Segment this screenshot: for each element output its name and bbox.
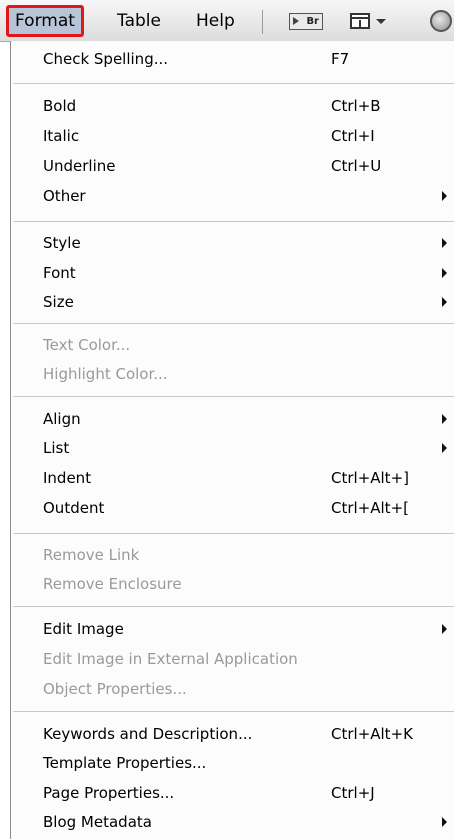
menu-item-object-properties[interactable]: Object Properties... — [11, 674, 454, 704]
menu-separator — [13, 533, 454, 534]
menu-item-template-properties[interactable]: Template Properties... — [11, 748, 454, 778]
layout-icon[interactable] — [350, 13, 370, 29]
menu-item-shortcut: Ctrl+B — [331, 97, 381, 115]
menu-item-list[interactable]: List — [11, 433, 454, 463]
menu-item-underline[interactable]: Underline Ctrl+U — [11, 151, 454, 181]
menu-item-label: Blog Metadata — [43, 813, 152, 831]
menu-item-italic[interactable]: Italic Ctrl+I — [11, 121, 454, 151]
menu-item-highlight-color[interactable]: Highlight Color... — [11, 359, 454, 389]
menu-item-label: Size — [43, 293, 74, 311]
menu-item-label: Underline — [43, 157, 116, 175]
menu-item-label: Page Properties... — [43, 784, 175, 802]
menu-item-label: Italic — [43, 127, 80, 145]
menu-separator — [13, 83, 454, 84]
menu-item-style[interactable]: Style — [11, 228, 454, 258]
menu-item-label: List — [43, 439, 70, 457]
menu-item-label: Bold — [43, 97, 77, 115]
menu-item-align[interactable]: Align — [11, 404, 454, 434]
menu-item-keywords[interactable]: Keywords and Description... Ctrl+Alt+K — [11, 719, 454, 749]
menu-item-indent[interactable]: Indent Ctrl+Alt+] — [11, 463, 454, 493]
menu-item-bold[interactable]: Bold Ctrl+B — [11, 91, 454, 121]
menu-item-label: Keywords and Description... — [43, 725, 253, 743]
menu-item-shortcut: Ctrl+Alt+[ — [331, 499, 409, 517]
menu-item-label: Remove Link — [43, 546, 140, 564]
menu-item-shortcut: Ctrl+U — [331, 157, 382, 175]
table-menu[interactable]: Table — [113, 8, 165, 34]
submenu-arrow-icon — [442, 191, 447, 201]
menu-item-edit-image-external[interactable]: Edit Image in External Application — [11, 644, 454, 674]
menubar-separator — [262, 10, 263, 34]
submenu-arrow-icon — [442, 297, 447, 307]
menu-separator — [13, 323, 454, 324]
menu-item-label: Outdent — [43, 499, 105, 517]
menu-item-shortcut: Ctrl+Alt+] — [331, 469, 409, 487]
menu-item-page-properties[interactable]: Page Properties... Ctrl+J — [11, 778, 454, 808]
submenu-arrow-icon — [442, 624, 447, 634]
submenu-arrow-icon — [442, 238, 447, 248]
menu-item-label: Remove Enclosure — [43, 575, 182, 593]
menu-item-text-color[interactable]: Text Color... — [11, 330, 454, 360]
menu-item-other[interactable]: Other — [11, 181, 454, 211]
menu-item-edit-image[interactable]: Edit Image — [11, 614, 454, 644]
submenu-arrow-icon — [442, 268, 447, 278]
menu-item-label: Other — [43, 187, 86, 205]
menu-item-label: Align — [43, 410, 81, 428]
menu-separator — [13, 396, 454, 397]
menu-item-label: Check Spelling... — [43, 50, 169, 68]
dropdown-arrow-icon[interactable] — [376, 19, 386, 24]
format-menu[interactable]: Format — [6, 5, 84, 37]
menu-item-shortcut: F7 — [331, 50, 350, 68]
menu-item-shortcut: Ctrl+I — [331, 127, 375, 145]
menu-separator — [13, 711, 454, 712]
menu-item-label: Font — [43, 264, 76, 282]
globe-icon[interactable] — [430, 10, 452, 32]
format-dropdown-menu: Check Spelling... F7 Bold Ctrl+B Italic … — [10, 41, 454, 839]
menu-separator — [13, 221, 454, 222]
menu-item-label: Highlight Color... — [43, 365, 168, 383]
submenu-arrow-icon — [442, 443, 447, 453]
menu-item-shortcut: Ctrl+J — [331, 784, 375, 802]
menu-item-remove-link[interactable]: Remove Link — [11, 540, 454, 570]
menu-item-font[interactable]: Font — [11, 258, 454, 288]
menu-item-shortcut: Ctrl+Alt+K — [331, 725, 413, 743]
menu-item-blog-metadata[interactable]: Blog Metadata — [11, 807, 454, 837]
menu-item-label: Template Properties... — [43, 754, 207, 772]
app-window: Format Table Help Br Check Spelling... F… — [0, 0, 454, 839]
submenu-arrow-icon — [442, 414, 447, 424]
menu-item-label: Indent — [43, 469, 92, 487]
help-menu[interactable]: Help — [192, 8, 239, 34]
menu-item-label: Object Properties... — [43, 680, 187, 698]
menu-item-label: Edit Image in External Application — [43, 650, 298, 668]
menu-item-remove-enclosure[interactable]: Remove Enclosure — [11, 569, 454, 599]
menu-item-check-spelling[interactable]: Check Spelling... F7 — [11, 44, 454, 74]
menu-item-outdent[interactable]: Outdent Ctrl+Alt+[ — [11, 493, 454, 523]
menu-item-label: Style — [43, 234, 81, 252]
menu-item-label: Text Color... — [43, 336, 131, 354]
bridge-icon[interactable]: Br — [289, 13, 323, 30]
menu-item-label: Edit Image — [43, 620, 124, 638]
menu-bar: Format Table Help Br — [0, 0, 454, 42]
menu-item-size[interactable]: Size — [11, 287, 454, 317]
menu-separator — [13, 606, 454, 607]
submenu-arrow-icon — [442, 817, 447, 827]
